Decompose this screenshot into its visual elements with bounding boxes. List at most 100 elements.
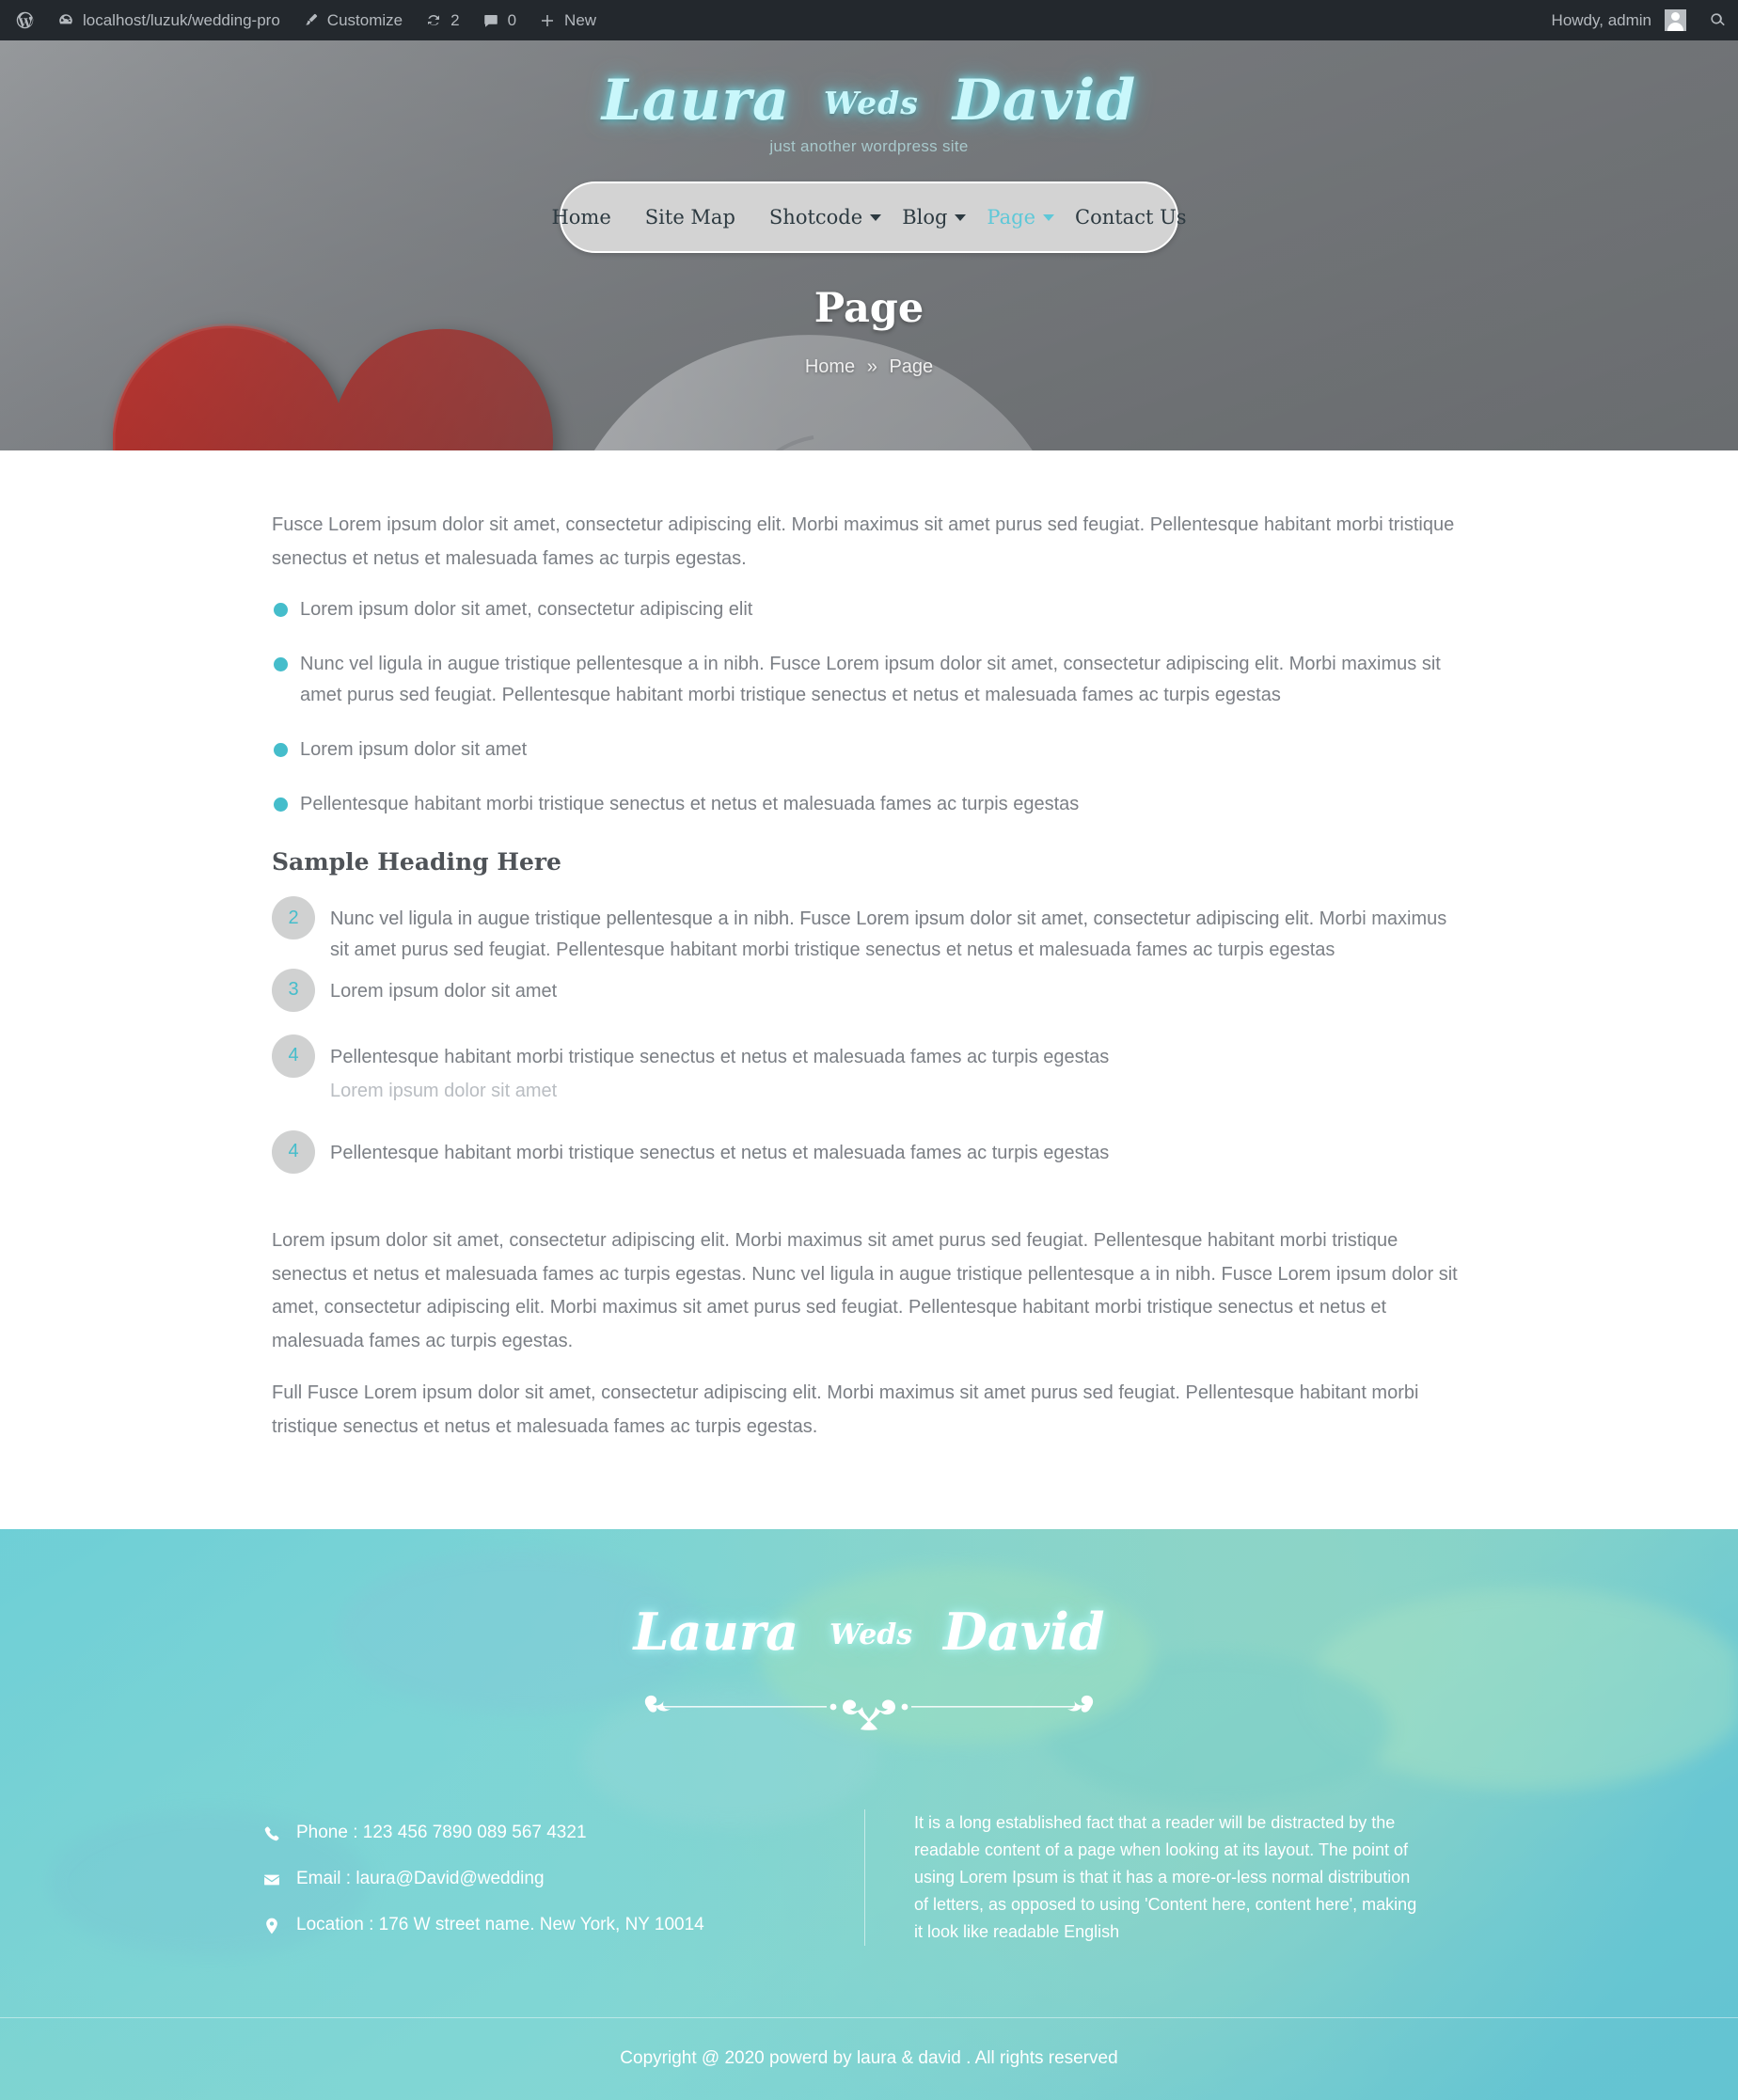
footer-phone-text: Phone : 123 456 7890 089 567 4321 xyxy=(296,1822,587,1842)
admin-bar-right-group: Howdy, admin xyxy=(1537,0,1738,40)
breadcrumb-current: Page xyxy=(889,356,934,377)
site-name-label: localhost/luzuk/wedding-pro xyxy=(83,10,280,29)
body-paragraph-3: Full Fusce Lorem ipsum dolor sit amet, c… xyxy=(272,1382,1419,1437)
main-content: Fusce Lorem ipsum dolor sit amet, consec… xyxy=(0,450,1738,1529)
breadcrumb-separator: » xyxy=(866,356,877,377)
site-logo[interactable]: Laura Weds David just another wordpress … xyxy=(0,40,1738,156)
nav-item-blog[interactable]: Blog xyxy=(885,206,970,229)
bulleted-list: Lorem ipsum dolor sit amet, consectetur … xyxy=(272,594,1466,820)
breadcrumb-link-home[interactable]: Home xyxy=(805,356,855,377)
list-item: Lorem ipsum dolor sit amet, consectetur … xyxy=(272,594,1466,626)
page-title: Page xyxy=(814,285,924,332)
footer-contact-column: Phone : 123 456 7890 089 567 4321 Email … xyxy=(262,1809,864,1961)
site-tagline: just another wordpress site xyxy=(769,137,969,155)
nav-item-site-map[interactable]: Site Map xyxy=(628,206,752,229)
updates-link[interactable]: 2 xyxy=(414,0,470,40)
list-number-badge: 2 xyxy=(272,896,315,940)
hero-banner: Laura Weds David just another wordpress … xyxy=(0,40,1738,450)
comment-bubble-icon xyxy=(482,12,499,29)
updates-count: 2 xyxy=(450,10,460,29)
footer-about-text: It is a long established fact that a rea… xyxy=(864,1808,1419,1947)
customize-label: Customize xyxy=(326,10,403,29)
footer-logo-second-name: David xyxy=(943,1601,1105,1662)
primary-navigation: Home Site Map Shotcode Blog Page Contact… xyxy=(551,182,1187,253)
comments-link[interactable]: 0 xyxy=(471,0,528,40)
site-logo-text: Laura Weds David xyxy=(0,72,1738,129)
nav-link-home[interactable]: Home xyxy=(534,206,627,229)
numbered-list-item: 3 Lorem ipsum dolor sit amet xyxy=(272,968,1466,1031)
numbered-list-text: Nunc vel ligula in augue tristique pelle… xyxy=(330,908,1447,960)
numbered-list-overlap-text: Lorem ipsum dolor sit amet xyxy=(330,1080,558,1101)
wp-logo-menu[interactable] xyxy=(0,0,46,40)
footer-logo-weds-word: Weds xyxy=(830,1618,913,1651)
logo-second-name: David xyxy=(952,68,1137,134)
admin-bar-left-group: localhost/luzuk/wedding-pro Customize 2 … xyxy=(0,0,608,40)
numbered-list-item: 2 Nunc vel ligula in augue tristique pel… xyxy=(272,896,1466,965)
phone-icon xyxy=(262,1823,283,1843)
nav-link-contact-us[interactable]: Contact Us xyxy=(1058,206,1204,229)
footer-content: Laura Weds David Phone: 123 456 7890 08… xyxy=(0,1529,1738,1961)
list-number-badge: 3 xyxy=(272,968,315,1012)
site-name-menu[interactable]: localhost/luzuk/wedding-pro xyxy=(46,0,292,40)
footer-logo-first-name: Laura xyxy=(633,1601,799,1662)
chevron-down-icon-shotcode[interactable] xyxy=(870,213,882,221)
chevron-down-icon-page[interactable] xyxy=(1043,213,1054,221)
footer-logo: Laura Weds David xyxy=(0,1606,1738,1657)
nav-list: Home Site Map Shotcode Blog Page Contact… xyxy=(534,206,1203,229)
breadcrumb: Home » Page xyxy=(0,356,1738,378)
plus-icon xyxy=(539,12,556,29)
comments-count: 0 xyxy=(507,10,517,29)
logo-weds-word: Weds xyxy=(823,85,919,121)
updates-refresh-icon xyxy=(425,12,442,29)
hero-content: Laura Weds David just another wordpress … xyxy=(0,40,1738,378)
howdy-label: Howdy, admin xyxy=(1551,10,1651,29)
new-content-label: New xyxy=(564,10,597,29)
body-paragraph-2: Lorem ipsum dolor sit amet, consectetur … xyxy=(272,1229,1458,1351)
map-pin-icon xyxy=(262,1915,283,1935)
nav-item-shotcode[interactable]: Shotcode xyxy=(752,206,885,229)
numbered-list: 2 Nunc vel ligula in augue tristique pel… xyxy=(272,896,1466,1192)
user-avatar-icon xyxy=(1665,9,1686,31)
search-icon xyxy=(1709,11,1727,29)
chevron-down-icon-blog[interactable] xyxy=(955,213,967,221)
customize-link[interactable]: Customize xyxy=(292,0,414,40)
nav-link-site-map[interactable]: Site Map xyxy=(628,206,752,229)
new-content-menu[interactable]: New xyxy=(528,0,608,40)
wp-admin-bar: localhost/luzuk/wedding-pro Customize 2 … xyxy=(0,0,1738,40)
site-footer: Laura Weds David Phone: 123 456 7890 08… xyxy=(0,1528,1738,2100)
nav-link-shotcode[interactable]: Shotcode xyxy=(752,206,879,229)
copyright-bar: Copyright @ 2020 powerd by laura & david… xyxy=(0,2016,1738,2100)
content-container: Fusce Lorem ipsum dolor sit amet, consec… xyxy=(272,509,1466,1445)
nav-link-page[interactable]: Page xyxy=(970,206,1052,229)
intro-paragraph: Fusce Lorem ipsum dolor sit amet, consec… xyxy=(272,514,1455,569)
nav-item-home[interactable]: Home xyxy=(534,206,627,229)
my-account-menu[interactable]: Howdy, admin xyxy=(1537,0,1698,40)
footer-email-text: Email : laura@David@wedding xyxy=(296,1868,545,1888)
dashboard-icon xyxy=(57,12,74,29)
ornamental-flourish-divider-icon xyxy=(634,1682,1104,1732)
footer-phone-row: Phone : 123 456 7890 089 567 4321 xyxy=(262,1823,864,1843)
list-item: Nunc vel ligula in augue tristique pelle… xyxy=(272,649,1466,712)
list-item: Lorem ipsum dolor sit amet xyxy=(272,734,1466,766)
numbered-list-item: 4 Pellentesque habitant morbi tristique … xyxy=(272,1129,1466,1192)
numbered-list-text: Lorem ipsum dolor sit amet xyxy=(330,980,558,1002)
wordpress-logo-icon xyxy=(15,10,35,30)
numbered-list-item-overlap: Lorem ipsum dolor sit amet xyxy=(272,1068,1466,1130)
footer-email-row: Email : laura@David@wedding xyxy=(262,1869,864,1889)
numbered-list-text: Pellentesque habitant morbi tristique se… xyxy=(330,1046,1110,1067)
footer-location-row: Location : 176 W street name. New York, … xyxy=(262,1915,864,1935)
footer-columns: Phone : 123 456 7890 089 567 4321 Email … xyxy=(262,1808,1476,1961)
logo-first-name: Laura xyxy=(601,68,790,134)
paintbrush-icon xyxy=(303,12,319,28)
section-heading: Sample Heading Here xyxy=(272,848,561,876)
admin-bar-search-button[interactable] xyxy=(1698,0,1738,40)
copyright-text: Copyright @ 2020 powerd by laura & david… xyxy=(620,2048,1118,2068)
footer-location-text: Location : 176 W street name. New York, … xyxy=(296,1914,704,1934)
nav-item-contact-us[interactable]: Contact Us xyxy=(1058,206,1204,229)
list-item: Pellentesque habitant morbi tristique se… xyxy=(272,789,1466,821)
nav-item-page[interactable]: Page xyxy=(970,206,1058,229)
nav-link-blog[interactable]: Blog xyxy=(885,206,964,229)
numbered-list-text: Pellentesque habitant morbi tristique se… xyxy=(330,1142,1110,1163)
envelope-icon xyxy=(262,1869,283,1889)
list-number-badge: 4 xyxy=(272,1129,315,1174)
